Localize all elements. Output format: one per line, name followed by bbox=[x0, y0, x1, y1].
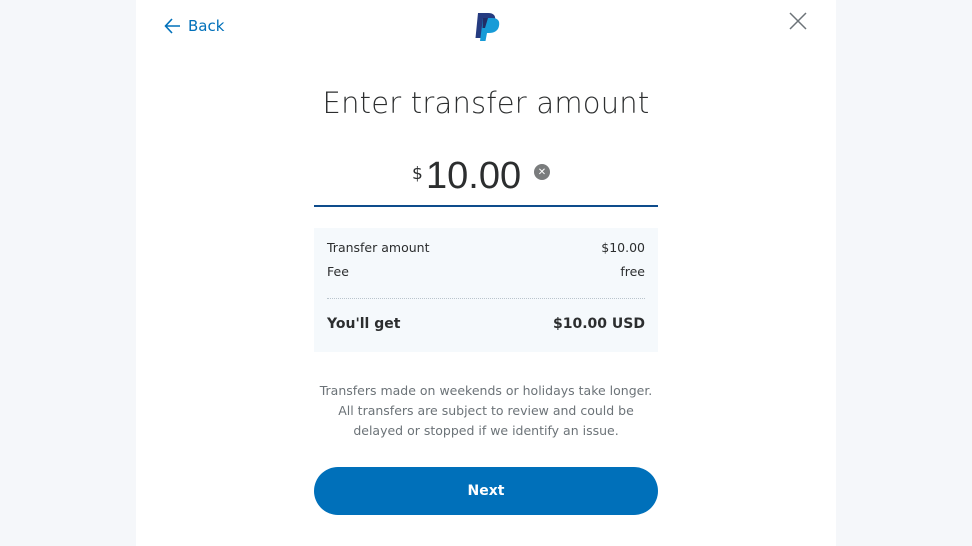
page-title: Enter transfer amount bbox=[322, 86, 650, 120]
transfer-summary: Transfer amount $10.00 Fee free You'll g… bbox=[314, 228, 658, 352]
clear-icon[interactable]: ✕ bbox=[534, 164, 550, 180]
summary-row: Transfer amount $10.00 bbox=[327, 240, 645, 255]
close-button[interactable] bbox=[788, 11, 808, 35]
amount-field: $ ✕ bbox=[314, 150, 658, 207]
summary-row: Fee free bbox=[327, 264, 645, 279]
currency-symbol: $ bbox=[412, 164, 423, 184]
close-icon bbox=[789, 12, 807, 30]
summary-row-value: $10.00 bbox=[601, 240, 645, 255]
amount-input[interactable] bbox=[426, 154, 526, 198]
transfer-notice: Transfers made on weekends or holidays t… bbox=[319, 383, 653, 438]
back-label: Back bbox=[188, 17, 225, 35]
transfer-panel: Back Enter transfer amount $ ✕ Transfer … bbox=[136, 0, 836, 546]
summary-total-row: You'll get $10.00 USD bbox=[327, 316, 645, 332]
summary-row-label: Transfer amount bbox=[327, 240, 430, 255]
summary-divider bbox=[327, 298, 645, 299]
next-button[interactable]: Next bbox=[314, 467, 658, 515]
total-label: You'll get bbox=[327, 316, 401, 332]
total-value: $10.00 USD bbox=[553, 316, 645, 332]
summary-row-label: Fee bbox=[327, 264, 349, 279]
paypal-logo-icon bbox=[473, 12, 501, 46]
back-button[interactable]: Back bbox=[164, 14, 224, 38]
summary-row-value: free bbox=[620, 264, 645, 279]
arrow-left-icon bbox=[164, 18, 180, 34]
